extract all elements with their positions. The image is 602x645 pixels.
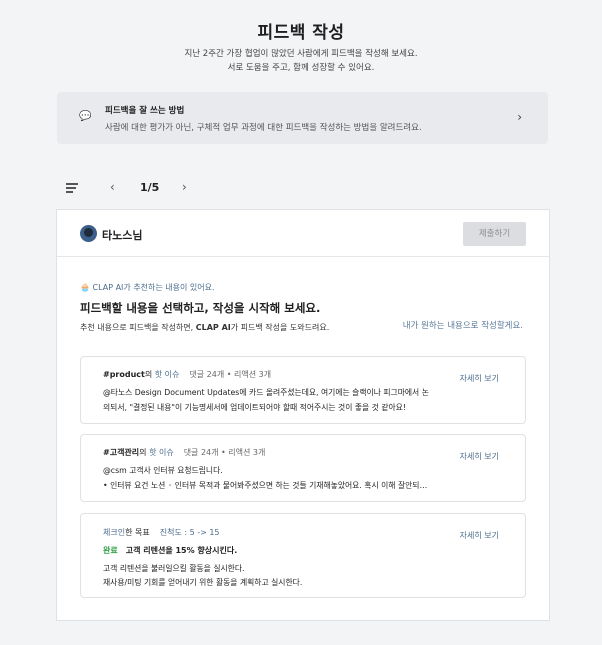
- recipient-name: 타노스님: [102, 229, 143, 242]
- view-details-link[interactable]: 자세히 보기: [460, 373, 499, 384]
- self-write-link[interactable]: 내가 원하는 내용으로 작성할게요.: [403, 319, 523, 331]
- view-details-link[interactable]: 자세히 보기: [460, 451, 499, 462]
- goal-label: 한 목표: [125, 528, 150, 537]
- next-page-button[interactable]: ›: [182, 180, 187, 194]
- avatar: [80, 225, 97, 242]
- item-of: 의: [144, 370, 155, 379]
- recommendation-item[interactable]: #고객관리의 핫 이슈 댓글 24개 • 리액션 3개 @csm 고객사 인터뷰 …: [80, 434, 526, 502]
- tip-description: 사람에 대한 평가가 아닌, 구체적 업무 과정에 대한 피드백을 작성하는 방…: [105, 123, 422, 133]
- list-icon[interactable]: [66, 183, 78, 195]
- prev-page-button[interactable]: ‹: [110, 180, 115, 194]
- key-result-item[interactable]: 체크인한 목표 진척도 : 5 -> 15 완료 고객 리텐션을 15% 향상시킨다…: [80, 513, 526, 598]
- ai-headline: 피드백할 내용을 선택하고, 작성을 시작해 보세요.: [80, 301, 321, 315]
- kr-title: 완료 고객 리텐션을 15% 향상시킨다.: [103, 545, 237, 556]
- status-badge: 완료: [103, 546, 118, 555]
- page-title: 피드백 작성: [257, 23, 345, 43]
- ai-recommend-tag: 🧁 CLAP AI가 추천하는 내용이 있어요.: [80, 283, 215, 292]
- page-subtitle-2: 서로 도움을 주고, 함께 성장할 수 있어요.: [227, 63, 375, 73]
- item-counts: 댓글 24개 • 리액션 3개: [189, 370, 272, 379]
- item-of: 의: [139, 448, 150, 457]
- recommendation-item[interactable]: #product의 핫 이슈 댓글 24개 • 리액션 3개 @타노스 Desig…: [80, 356, 526, 424]
- pagination: ‹ 1/5 ›: [0, 178, 602, 200]
- feedback-tip-banner[interactable]: 💬 피드백을 잘 쓰는 방법 사람에 대한 평가가 아닌, 구체적 업무 과정에…: [57, 92, 548, 144]
- view-details-link[interactable]: 자세히 보기: [460, 530, 499, 541]
- item-counts: 댓글 24개 • 리액션 3개: [183, 448, 266, 457]
- hot-issue-label: 핫 이슈: [154, 370, 180, 379]
- ai-desc-prefix: 추천 내용으로 피드백을 작성하면,: [80, 323, 196, 332]
- kr-title-text: 고객 리텐션을 15% 향상시킨다.: [125, 546, 238, 555]
- page-subtitle: 지난 2주간 가장 협업이 많았던 사람에게 피드백을 작성해 보세요.: [184, 49, 418, 59]
- page-indicator: 1/5: [140, 181, 160, 194]
- item-text-line: @csm 고객사 인터뷰 요청드립니다.: [103, 466, 223, 475]
- item-text-line: @타노스 Design Document Updates에 카드 올려주셨는데요…: [103, 388, 429, 397]
- ai-brand: CLAP AI: [195, 323, 231, 332]
- submit-button[interactable]: 제출하기: [463, 222, 526, 246]
- item-meta: #고객관리의 핫 이슈 댓글 24개 • 리액션 3개: [103, 447, 265, 458]
- item-meta: #product의 핫 이슈 댓글 24개 • 리액션 3개: [103, 369, 271, 380]
- kr-meta: 체크인한 목표 진척도 : 5 -> 15: [103, 527, 220, 538]
- feedback-card: 타노스님 제출하기 🧁 CLAP AI가 추천하는 내용이 있어요. 피드백할 …: [56, 209, 550, 621]
- checkin-label: 체크인: [103, 528, 126, 537]
- chevron-right-icon[interactable]: ›: [517, 110, 522, 124]
- ai-desc-suffix: 가 피드백 작성을 도와드려요.: [230, 323, 330, 332]
- item-tag: #product: [103, 370, 145, 379]
- ai-tag-text: CLAP AI가 추천하는 내용이 있어요.: [92, 283, 215, 292]
- kr-text-line: 고객 리텐션을 불러일으킬 활동을 실시한다.: [103, 564, 245, 573]
- card-header: 타노스님 제출하기: [57, 210, 549, 257]
- progress-label: 진척도 : 5 -> 15: [159, 528, 220, 537]
- tip-title: 피드백을 잘 쓰는 방법: [105, 106, 185, 116]
- kr-text-line: 재사용/미팅 기회를 얻어내기 위한 활동을 계획하고 실시한다.: [103, 578, 303, 587]
- hot-issue-label: 핫 이슈: [149, 448, 174, 457]
- item-text-line: 의되서, "결정된 내용"이 기능명세서에 업데이트되어야 할때 적어주시는 것…: [103, 403, 406, 412]
- ai-description: 추천 내용으로 피드백을 작성하면, CLAP AI가 피드백 작성을 도와드려…: [80, 322, 329, 333]
- item-tag: #고객관리: [103, 448, 140, 457]
- item-text-line: • 인터뷰 요건 노션 ◦ 인터뷰 목적과 물어봐주셨으면 하는 것들 기재해놓…: [103, 481, 428, 490]
- speech-bubble-icon: 💬: [79, 111, 92, 122]
